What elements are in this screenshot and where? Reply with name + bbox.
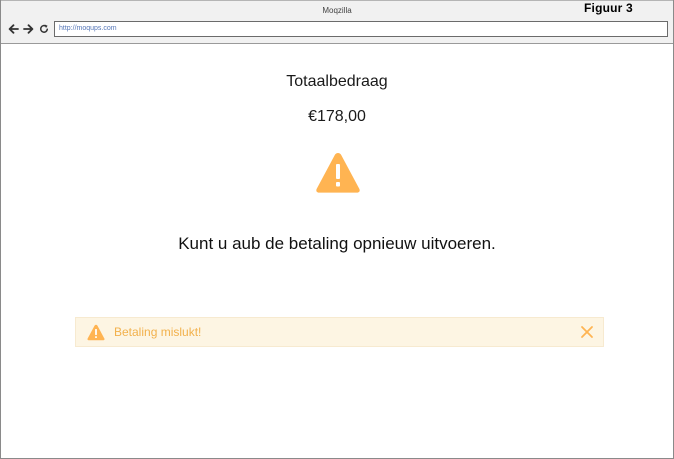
reload-icon (39, 24, 49, 33)
close-icon[interactable] (580, 325, 594, 339)
page-content: Totaalbedraag €178,00 Kunt u aub de beta… (1, 43, 673, 458)
payment-failed-alert: Betaling mislukt! (75, 317, 604, 347)
reload-button[interactable] (38, 22, 50, 36)
warning-triangle-icon (87, 324, 105, 341)
window-title: Moqzilla (322, 6, 352, 15)
back-button[interactable] (7, 22, 19, 36)
arrow-right-icon (22, 24, 33, 34)
browser-window: Moqzilla http://moqups.com Totaalbedraag… (0, 0, 674, 459)
address-bar[interactable]: http://moqups.com (54, 21, 668, 37)
total-amount-label: Totaalbedraag (286, 73, 388, 90)
browser-toolbar: Moqzilla http://moqups.com (1, 0, 673, 44)
forward-button[interactable] (22, 22, 34, 36)
warning-triangle-icon (316, 153, 360, 193)
arrow-left-icon (8, 24, 19, 34)
figure-label: Figuur 3 (584, 1, 633, 15)
retry-message: Kunt u aub de betaling opnieuw uitvoeren… (178, 234, 496, 253)
alert-message: Betaling mislukt! (114, 325, 202, 339)
total-amount-value: €178,00 (308, 108, 366, 125)
